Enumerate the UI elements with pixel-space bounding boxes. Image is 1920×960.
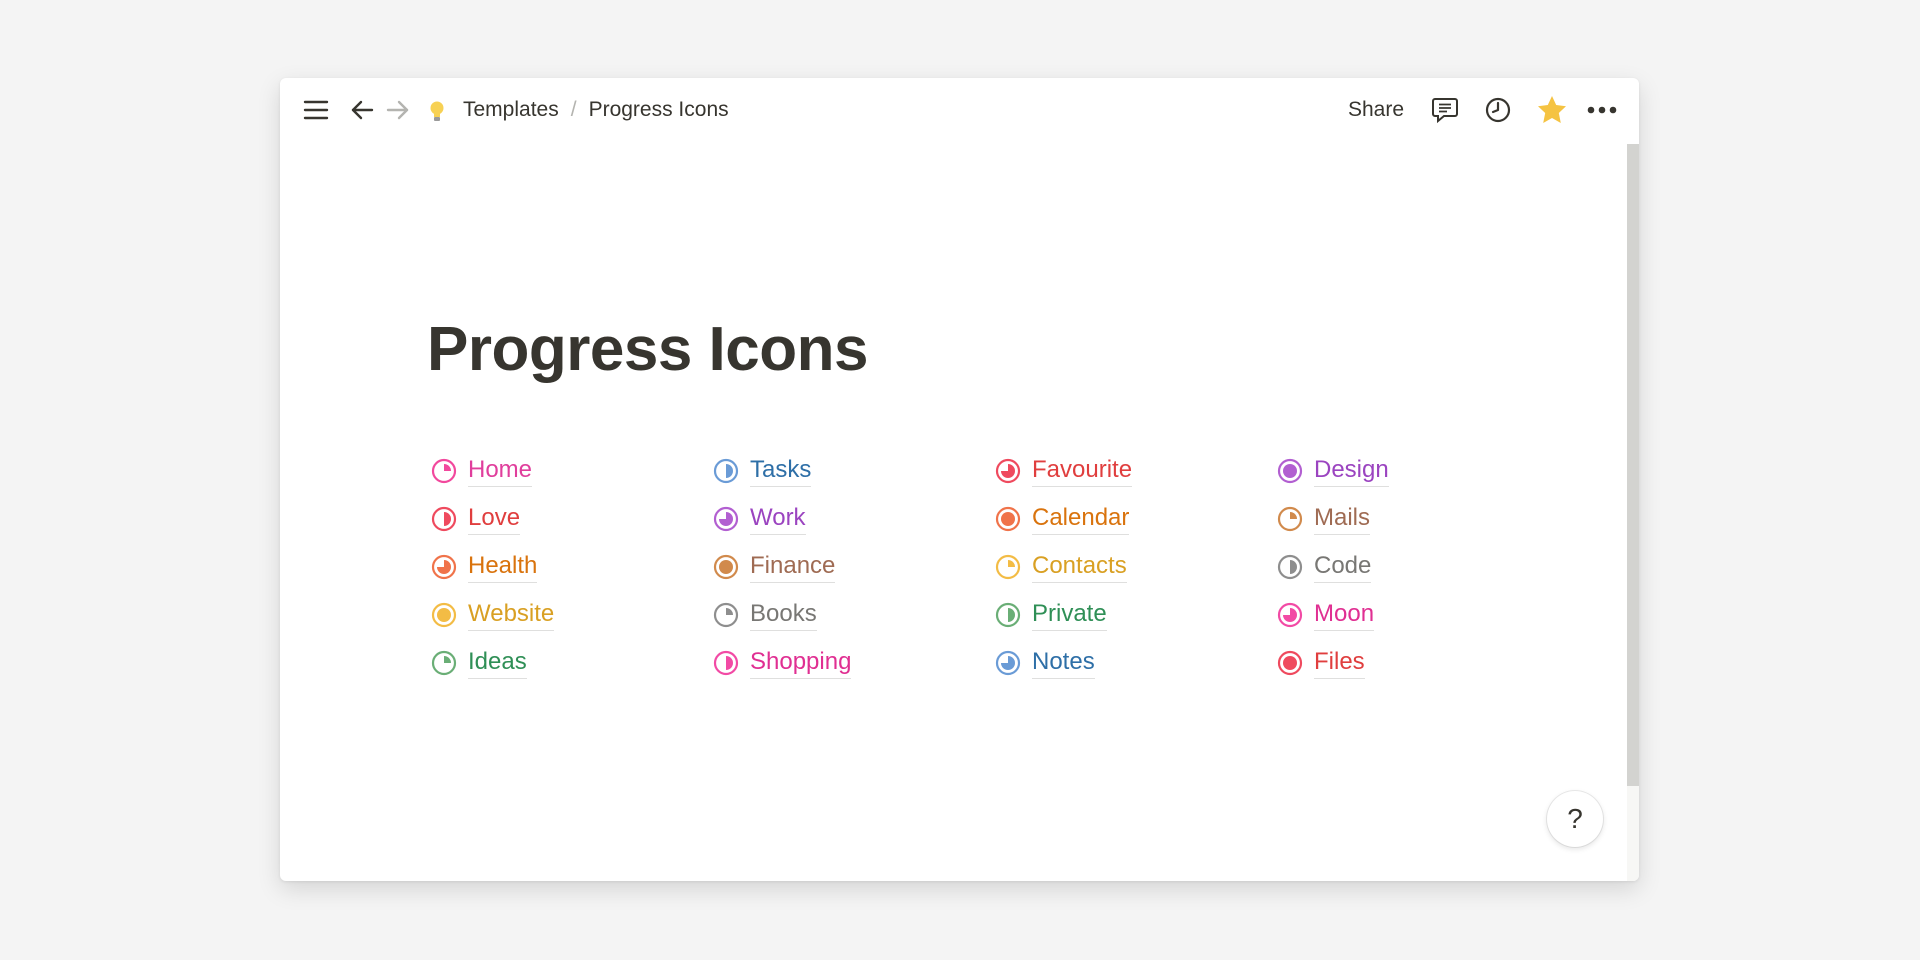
progress-icon	[431, 602, 457, 628]
page-title: Progress Icons	[427, 315, 868, 384]
share-button[interactable]: Share	[1348, 78, 1404, 142]
app-window: Templates / Progress Icons Share Progres…	[280, 78, 1639, 881]
lightbulb-icon	[425, 98, 449, 124]
progress-icon	[995, 650, 1021, 676]
page-link-work[interactable]: Work	[713, 499, 806, 539]
breadcrumb: Templates / Progress Icons	[463, 78, 729, 142]
progress-icon	[431, 554, 457, 580]
page-link-label: Mails	[1314, 503, 1371, 535]
page-link-label: Health	[468, 551, 538, 583]
progress-icon	[995, 458, 1021, 484]
breadcrumb-separator: /	[570, 98, 577, 121]
help-button[interactable]: ?	[1547, 791, 1603, 847]
top-bar: Templates / Progress Icons Share	[280, 78, 1639, 142]
progress-icon	[995, 554, 1021, 580]
star-icon[interactable]	[1535, 93, 1569, 127]
page-link-label: Home	[468, 455, 533, 487]
page-link-ideas[interactable]: Ideas	[431, 643, 527, 683]
progress-icon	[431, 458, 457, 484]
forward-arrow-icon[interactable]	[384, 96, 412, 124]
page-link-favourite[interactable]: Favourite	[995, 451, 1133, 491]
progress-icon	[1277, 554, 1303, 580]
page-link-label: Private	[1032, 599, 1107, 631]
history-icon[interactable]	[1482, 94, 1514, 126]
page-link-label: Notes	[1032, 647, 1095, 679]
page-link-label: Design	[1314, 455, 1389, 487]
page-link-label: Calendar	[1032, 503, 1130, 535]
page-link-mails[interactable]: Mails	[1277, 499, 1371, 539]
comment-icon[interactable]	[1429, 94, 1461, 126]
more-icon[interactable]	[1586, 96, 1618, 124]
back-arrow-icon[interactable]	[348, 96, 376, 124]
page-link-calendar[interactable]: Calendar	[995, 499, 1130, 539]
page-link-contacts[interactable]: Contacts	[995, 547, 1127, 587]
page-link-notes[interactable]: Notes	[995, 643, 1095, 683]
page-link-label: Tasks	[750, 455, 812, 487]
page-link-label: Code	[1314, 551, 1372, 583]
progress-icon	[713, 602, 739, 628]
page-link-private[interactable]: Private	[995, 595, 1107, 635]
page-link-books[interactable]: Books	[713, 595, 817, 635]
page-link-label: Favourite	[1032, 455, 1133, 487]
breadcrumb-templates[interactable]: Templates	[463, 98, 559, 122]
page-link-files[interactable]: Files	[1277, 643, 1365, 683]
page-link-home[interactable]: Home	[431, 451, 533, 491]
page-link-website[interactable]: Website	[431, 595, 555, 635]
page-link-love[interactable]: Love	[431, 499, 521, 539]
page-link-label: Shopping	[750, 647, 852, 679]
progress-icon	[1277, 650, 1303, 676]
page-link-tasks[interactable]: Tasks	[713, 451, 812, 491]
progress-icon	[713, 506, 739, 532]
page-link-label: Love	[468, 503, 521, 535]
page-link-label: Website	[468, 599, 555, 631]
page-link-finance[interactable]: Finance	[713, 547, 836, 587]
progress-icon	[1277, 458, 1303, 484]
menu-icon[interactable]	[302, 96, 330, 124]
progress-icon	[1277, 506, 1303, 532]
page-link-code[interactable]: Code	[1277, 547, 1372, 587]
progress-icon	[431, 650, 457, 676]
page-link-label: Ideas	[468, 647, 527, 679]
page-link-label: Files	[1314, 647, 1365, 679]
scrollbar-track[interactable]	[1627, 144, 1639, 881]
progress-icon	[431, 506, 457, 532]
breadcrumb-progress-icons[interactable]: Progress Icons	[589, 98, 729, 122]
progress-icon	[995, 506, 1021, 532]
progress-icon	[713, 554, 739, 580]
page-link-health[interactable]: Health	[431, 547, 538, 587]
progress-icon	[713, 458, 739, 484]
page-link-shopping[interactable]: Shopping	[713, 643, 852, 683]
page-link-label: Contacts	[1032, 551, 1127, 583]
page-link-label: Books	[750, 599, 817, 631]
scrollbar-thumb[interactable]	[1627, 144, 1639, 786]
page-link-label: Finance	[750, 551, 836, 583]
page-link-label: Work	[750, 503, 806, 535]
progress-icon	[713, 650, 739, 676]
progress-icon	[1277, 602, 1303, 628]
page-link-moon[interactable]: Moon	[1277, 595, 1375, 635]
page-link-design[interactable]: Design	[1277, 451, 1389, 491]
page-link-label: Moon	[1314, 599, 1375, 631]
progress-icon	[995, 602, 1021, 628]
